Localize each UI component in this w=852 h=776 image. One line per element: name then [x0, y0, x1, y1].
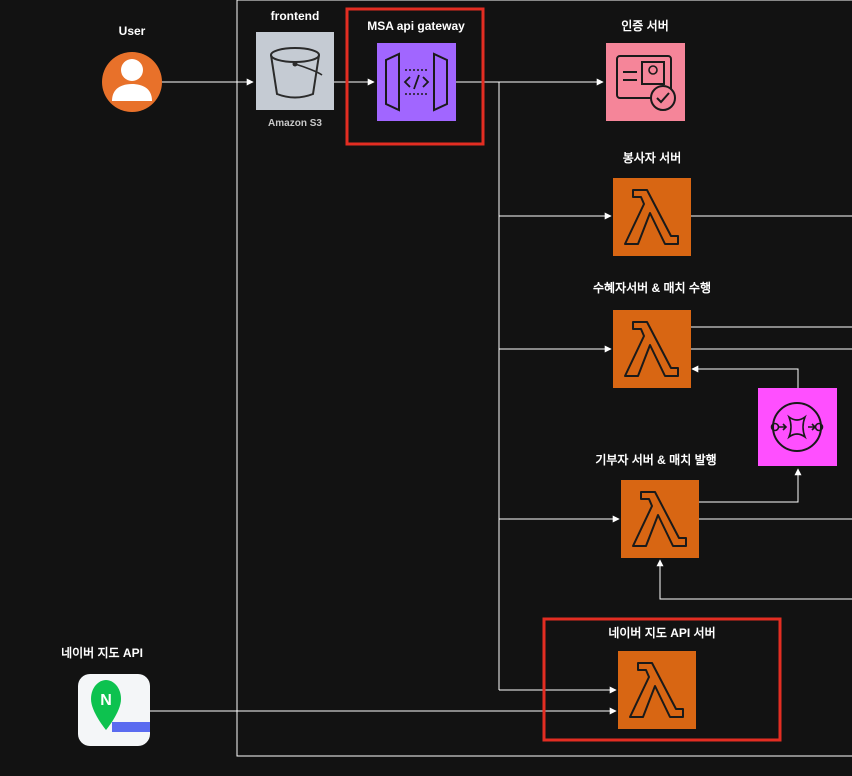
gateway-node: MSA api gateway [345, 7, 485, 146]
naver-logo-letter: N [100, 692, 112, 709]
frontend-node: frontend Amazon S3 [256, 9, 334, 129]
naver-server-node: 네이버 지도 API 서버 [542, 617, 782, 742]
naver-server-label: 네이버 지도 API 서버 [608, 625, 715, 640]
donor-label: 기부자 서버 & 매치 발행 [595, 452, 716, 467]
connectors [150, 78, 852, 715]
frontend-sublabel: Amazon S3 [268, 118, 322, 129]
naver-api-node: 네이버 지도 API N [61, 645, 150, 746]
auth-label: 인증 서버 [621, 18, 669, 33]
naver-api-label: 네이버 지도 API [61, 645, 143, 660]
queue-icon [758, 388, 837, 466]
user-node: User [102, 24, 162, 112]
volunteer-label: 봉사자 서버 [623, 150, 682, 165]
auth-node: 인증 서버 [606, 18, 685, 121]
user-label: User [119, 24, 146, 38]
edge-ext-donor [656, 559, 852, 600]
lambda-icon [613, 178, 691, 256]
volunteer-node: 봉사자 서버 [613, 150, 691, 256]
gateway-label: MSA api gateway [367, 19, 465, 33]
architecture-diagram: User frontend Amazon S3 MSA api gateway … [61, 0, 852, 757]
frontend-label: frontend [271, 9, 320, 23]
edge-queue-recipient [691, 365, 799, 388]
recipient-node: 수혜자서버 & 매치 수행 [593, 280, 711, 388]
recipient-label: 수혜자서버 & 매치 수행 [593, 280, 711, 295]
lambda-icon [621, 480, 699, 558]
queue-node [758, 388, 837, 466]
edge-donor-queue [699, 468, 802, 503]
donor-node: 기부자 서버 & 매치 발행 [595, 452, 717, 558]
lambda-icon [613, 310, 691, 388]
lambda-icon [618, 651, 696, 729]
